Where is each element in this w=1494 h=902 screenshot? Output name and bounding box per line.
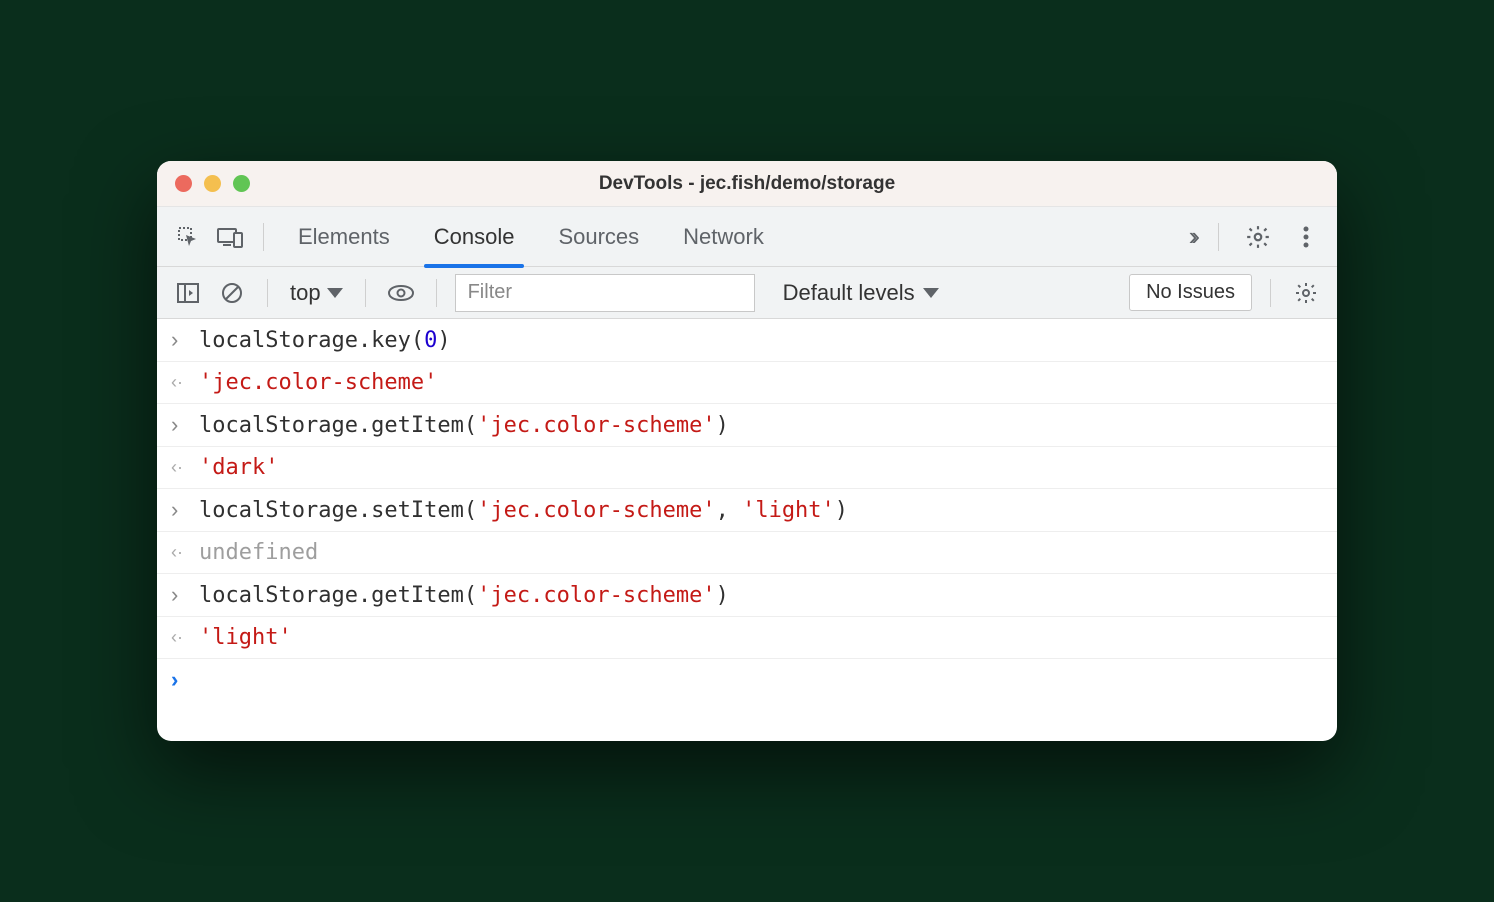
console-row-input: › localStorage.setItem('jec.color-scheme'… bbox=[157, 489, 1337, 532]
console-row-output: ‹· 'light' bbox=[157, 617, 1337, 659]
console-row-prompt[interactable]: › bbox=[157, 659, 1337, 701]
console-output[interactable]: › localStorage.key(0) ‹· 'jec.color-scheme'… bbox=[157, 319, 1337, 701]
console-row-input: › localStorage.key(0) bbox=[157, 319, 1337, 362]
prompt-marker-icon: › bbox=[171, 667, 189, 693]
sidebar-toggle-icon[interactable] bbox=[171, 276, 205, 310]
console-line: 'light' bbox=[199, 625, 292, 650]
levels-label: Default levels bbox=[783, 280, 915, 306]
divider bbox=[365, 279, 366, 307]
kebab-menu-icon[interactable] bbox=[1289, 220, 1323, 254]
window-title: DevTools - jec.fish/demo/storage bbox=[157, 173, 1337, 195]
tab-console[interactable]: Console bbox=[430, 208, 519, 266]
inspect-element-icon[interactable] bbox=[171, 220, 205, 254]
console-row-output: ‹· undefined bbox=[157, 532, 1337, 574]
titlebar: DevTools - jec.fish/demo/storage bbox=[157, 161, 1337, 207]
minimize-window-button[interactable] bbox=[204, 175, 221, 192]
output-marker-icon: ‹· bbox=[171, 457, 189, 478]
console-line: 'dark' bbox=[199, 455, 278, 480]
divider bbox=[267, 279, 268, 307]
console-line: localStorage.setItem('jec.color-scheme',… bbox=[199, 498, 848, 523]
console-line: localStorage.getItem('jec.color-scheme') bbox=[199, 413, 729, 438]
device-toolbar-icon[interactable] bbox=[213, 220, 247, 254]
clear-console-icon[interactable] bbox=[215, 276, 249, 310]
devtools-window: DevTools - jec.fish/demo/storage Element… bbox=[157, 161, 1337, 741]
tab-elements[interactable]: Elements bbox=[294, 208, 394, 266]
console-line: undefined bbox=[199, 540, 318, 565]
issues-button[interactable]: No Issues bbox=[1129, 274, 1252, 311]
divider bbox=[263, 223, 264, 251]
input-marker-icon: › bbox=[171, 497, 189, 523]
tabbar-right bbox=[1210, 220, 1323, 254]
input-marker-icon: › bbox=[171, 412, 189, 438]
output-marker-icon: ‹· bbox=[171, 627, 189, 648]
tab-network[interactable]: Network bbox=[679, 208, 768, 266]
divider bbox=[436, 279, 437, 307]
close-window-button[interactable] bbox=[175, 175, 192, 192]
console-row-input: › localStorage.getItem('jec.color-scheme'… bbox=[157, 404, 1337, 447]
log-levels-select[interactable]: Default levels bbox=[783, 280, 939, 306]
more-tabs-icon[interactable]: ›› bbox=[1181, 221, 1202, 252]
settings-icon[interactable] bbox=[1241, 220, 1275, 254]
output-marker-icon: ‹· bbox=[171, 542, 189, 563]
console-filterbar: top Default levels No Issues bbox=[157, 267, 1337, 319]
console-row-input: › localStorage.getItem('jec.color-scheme'… bbox=[157, 574, 1337, 617]
main-tabbar: Elements Console Sources Network ›› bbox=[157, 207, 1337, 267]
divider bbox=[1270, 279, 1271, 307]
live-expression-icon[interactable] bbox=[384, 276, 418, 310]
traffic-lights bbox=[157, 175, 250, 192]
console-row-output: ‹· 'jec.color-scheme' bbox=[157, 362, 1337, 404]
chevron-down-icon bbox=[923, 288, 939, 298]
maximize-window-button[interactable] bbox=[233, 175, 250, 192]
execution-context-select[interactable]: top bbox=[286, 280, 347, 306]
console-line: 'jec.color-scheme' bbox=[199, 370, 437, 395]
console-line: localStorage.key(0) bbox=[199, 328, 451, 353]
console-line: localStorage.getItem('jec.color-scheme') bbox=[199, 583, 729, 608]
console-row-output: ‹· 'dark' bbox=[157, 447, 1337, 489]
console-settings-icon[interactable] bbox=[1289, 276, 1323, 310]
context-label: top bbox=[290, 280, 321, 306]
input-marker-icon: › bbox=[171, 582, 189, 608]
tab-sources[interactable]: Sources bbox=[554, 208, 643, 266]
input-marker-icon: › bbox=[171, 327, 189, 353]
divider bbox=[1218, 223, 1219, 251]
chevron-down-icon bbox=[327, 288, 343, 298]
output-marker-icon: ‹· bbox=[171, 372, 189, 393]
filter-input[interactable] bbox=[455, 274, 755, 312]
panel-tabs: Elements Console Sources Network bbox=[294, 208, 1173, 266]
